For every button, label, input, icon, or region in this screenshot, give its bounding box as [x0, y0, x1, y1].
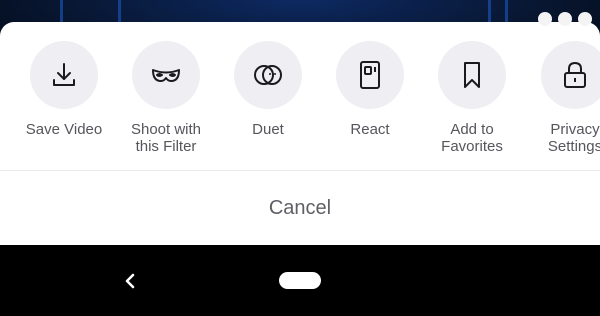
back-icon[interactable]	[118, 269, 142, 293]
system-nav-bar	[0, 245, 600, 316]
mask-icon	[152, 69, 180, 82]
share-actions-row: Save Video Shoot with this Filter Duet R…	[0, 22, 600, 170]
privacy-settings-label: Privacy Settings	[547, 121, 600, 155]
privacy-settings-button[interactable]: Privacy Settings	[520, 41, 600, 155]
more-options-icon[interactable]	[538, 12, 592, 26]
add-to-favorites-label: Add to Favorites	[441, 121, 503, 155]
download-icon	[53, 63, 75, 86]
shoot-with-filter-button[interactable]: Shoot with this Filter	[111, 41, 221, 155]
lock-icon	[564, 62, 586, 88]
react-icon	[360, 61, 380, 89]
duet-label: Duet	[252, 121, 284, 138]
save-video-button[interactable]: Save Video	[9, 41, 119, 139]
save-video-label: Save Video	[25, 121, 103, 138]
cancel-button[interactable]: Cancel	[0, 171, 600, 245]
add-to-favorites-button[interactable]: Add to Favorites	[417, 41, 527, 155]
duet-icon	[254, 65, 282, 85]
home-pill-button[interactable]	[279, 272, 321, 289]
react-button[interactable]: React	[315, 41, 425, 139]
duet-button[interactable]: Duet	[213, 41, 323, 139]
share-sheet: Save Video Shoot with this Filter Duet R…	[0, 22, 600, 245]
shoot-with-filter-label: Shoot with this Filter	[130, 121, 202, 155]
bookmark-icon	[464, 62, 480, 88]
react-label: React	[350, 121, 390, 138]
